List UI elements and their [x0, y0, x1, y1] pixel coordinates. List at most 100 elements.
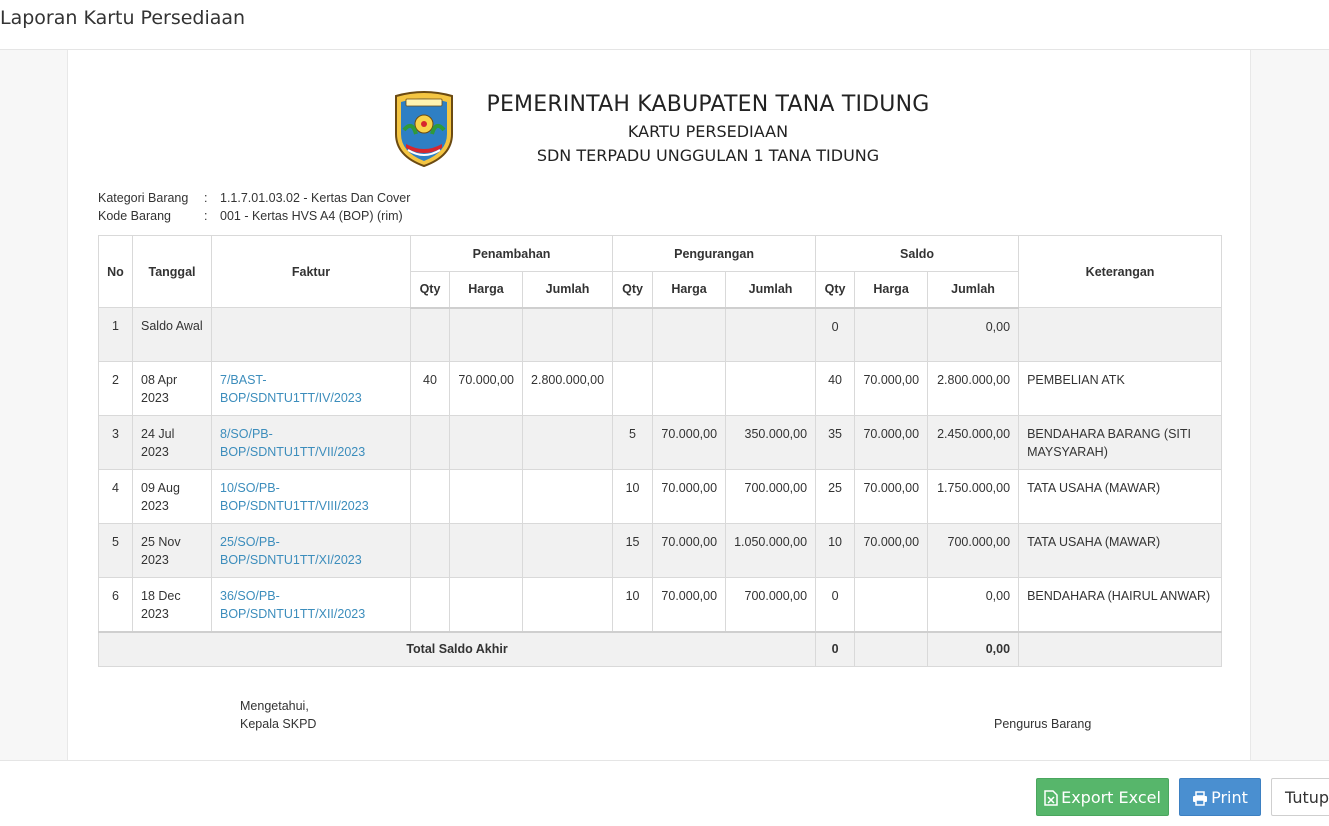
- print-button[interactable]: Print: [1179, 778, 1261, 816]
- header-penambahan: Penambahan: [409, 235, 614, 272]
- close-button[interactable]: Tutup: [1271, 778, 1329, 816]
- header-no: No: [98, 235, 133, 308]
- cell-out-qty: 10: [612, 577, 654, 632]
- cell-faktur[interactable]: 7/BAST-BOP/SDNTU1TT/IV/2023: [211, 361, 411, 416]
- report-paper: PEMERINTAH KABUPATEN TANA TIDUNG KARTU P…: [67, 50, 1251, 760]
- cell-s-jumlah: 2.450.000,00: [927, 415, 1020, 470]
- cell-out-harga: [652, 307, 727, 362]
- table-row: 4 09 Aug 2023 10/SO/PB-BOP/SDNTU1TT/VIII/2…: [98, 469, 1223, 524]
- cell-faktur[interactable]: 8/SO/PB-BOP/SDNTU1TT/VII/2023: [211, 415, 411, 470]
- cell-no: 5: [98, 523, 133, 578]
- signature-acknowledge: Mengetahui,: [240, 699, 309, 713]
- modal-body[interactable]: PEMERINTAH KABUPATEN TANA TIDUNG KARTU P…: [0, 50, 1329, 760]
- cell-s-jumlah: 0,00: [927, 307, 1020, 362]
- header-pengurangan: Pengurangan: [612, 235, 817, 272]
- modal-header: Laporan Kartu Persediaan: [0, 0, 1329, 50]
- table-row: 5 25 Nov 2023 25/SO/PB-BOP/SDNTU1TT/XI/202…: [98, 523, 1223, 578]
- cell-s-qty: 40: [815, 361, 856, 416]
- cell-in-jumlah: [521, 415, 614, 470]
- cell-in-qty: 40: [410, 361, 450, 416]
- cell-s-qty: 35: [815, 415, 856, 470]
- cell-s-harga: 70.000,00: [854, 415, 929, 470]
- cell-faktur[interactable]: 10/SO/PB-BOP/SDNTU1TT/VIII/2023: [211, 469, 411, 524]
- header-out-qty: Qty: [612, 271, 654, 309]
- table-row: 1 Saldo Awal 0 0,00: [98, 307, 1223, 362]
- cell-s-jumlah: 1.750.000,00: [927, 469, 1020, 524]
- cell-in-jumlah: 2.800.000,00: [521, 361, 614, 416]
- cell-in-harga: [449, 415, 523, 470]
- kode-colon: :: [204, 209, 208, 223]
- cell-s-jumlah: 0,00: [927, 577, 1020, 632]
- cell-no: 6: [98, 577, 133, 632]
- cell-in-jumlah: [521, 469, 614, 524]
- table-row: 3 24 Jul 2023 8/SO/PB-BOP/SDNTU1TT/VII/202…: [98, 415, 1223, 470]
- cell-s-qty: 25: [815, 469, 856, 524]
- cell-ket: BENDAHARA (HAIRUL ANWAR): [1018, 577, 1223, 632]
- cell-out-qty: 15: [612, 523, 654, 578]
- cell-in-qty: [410, 469, 450, 524]
- cell-tanggal: Saldo Awal: [132, 307, 212, 362]
- cell-faktur[interactable]: 36/SO/PB-BOP/SDNTU1TT/XII/2023: [211, 577, 411, 632]
- cell-s-qty: 0: [815, 577, 856, 632]
- cell-in-harga: [449, 523, 523, 578]
- printer-icon: [1193, 791, 1208, 806]
- cell-out-harga: 70.000,00: [652, 469, 727, 524]
- cell-no: 2: [98, 361, 133, 416]
- cell-faktur[interactable]: 25/SO/PB-BOP/SDNTU1TT/XI/2023: [211, 523, 411, 578]
- cell-out-jumlah: 350.000,00: [725, 415, 817, 470]
- cell-ket: [1018, 307, 1223, 362]
- cell-faktur: [211, 307, 411, 362]
- cell-s-jumlah: 700.000,00: [927, 523, 1020, 578]
- header-out-jumlah: Jumlah: [725, 271, 817, 309]
- header-out-harga: Harga: [652, 271, 727, 309]
- header-saldo-harga: Harga: [854, 271, 929, 309]
- header-in-harga: Harga: [449, 271, 523, 309]
- kategori-value: 1.1.7.01.03.02 - Kertas Dan Cover: [220, 191, 411, 205]
- cell-out-jumlah: 700.000,00: [725, 469, 817, 524]
- item-meta: Kategori Barang:1.1.7.01.03.02 - Kertas …: [98, 189, 410, 225]
- report-title: KARTU PERSEDIAAN: [627, 122, 789, 141]
- modal-title: Laporan Kartu Persediaan: [0, 7, 246, 29]
- cell-out-harga: 70.000,00: [652, 577, 727, 632]
- header-in-jumlah: Jumlah: [521, 271, 614, 309]
- cell-no: 3: [98, 415, 133, 470]
- signature-left: Mengetahui, Kepala SKPD: [240, 697, 316, 733]
- cell-in-jumlah: [521, 307, 614, 362]
- total-label: Total Saldo Akhir: [97, 630, 817, 667]
- cell-s-harga: 70.000,00: [854, 469, 929, 524]
- cell-out-harga: 70.000,00: [652, 523, 727, 578]
- cell-tanggal: 18 Dec 2023: [132, 577, 212, 632]
- kategori-label: Kategori Barang: [98, 191, 189, 205]
- modal-footer: Export Excel Print Tutup: [0, 760, 1329, 826]
- cell-s-harga: 70.000,00: [854, 361, 929, 416]
- cell-tanggal: 24 Jul 2023: [132, 415, 212, 470]
- total-qty: 0: [815, 630, 856, 667]
- cell-out-qty: 5: [612, 415, 654, 470]
- cell-in-qty: [410, 577, 450, 632]
- government-name: PEMERINTAH KABUPATEN TANA TIDUNG: [486, 92, 930, 117]
- print-label: Print: [1211, 788, 1248, 807]
- signature-head-title: Kepala SKPD: [240, 717, 317, 731]
- cell-ket: PEMBELIAN ATK: [1018, 361, 1223, 416]
- cell-in-harga: 70.000,00: [449, 361, 523, 416]
- cell-out-jumlah: [725, 361, 817, 416]
- total-row: Total Saldo Akhir 0 0,00: [97, 630, 1223, 667]
- kode-label: Kode Barang: [98, 209, 171, 223]
- cell-ket: TATA USAHA (MAWAR): [1018, 469, 1223, 524]
- cell-s-harga: [854, 577, 929, 632]
- school-name: SDN TERPADU UNGGULAN 1 TANA TIDUNG: [536, 146, 880, 165]
- header-faktur: Faktur: [211, 235, 411, 308]
- export-excel-button[interactable]: Export Excel: [1036, 778, 1169, 816]
- cell-out-harga: 70.000,00: [652, 415, 727, 470]
- cell-out-jumlah: [725, 307, 817, 362]
- cell-tanggal: 25 Nov 2023: [132, 523, 212, 578]
- cell-s-qty: 0: [815, 307, 856, 362]
- header-in-qty: Qty: [410, 271, 450, 309]
- table-header-row: No Tanggal Faktur Penambahan Pengurangan…: [98, 235, 1223, 308]
- meta-row-kode: Kode Barang:001 - Kertas HVS A4 (BOP) (r…: [98, 207, 410, 225]
- cell-tanggal: 09 Aug 2023: [132, 469, 212, 524]
- cell-out-jumlah: 700.000,00: [725, 577, 817, 632]
- cell-s-harga: [854, 307, 929, 362]
- cell-in-qty: [410, 415, 450, 470]
- signature-right: Pengurus Barang: [994, 715, 1091, 733]
